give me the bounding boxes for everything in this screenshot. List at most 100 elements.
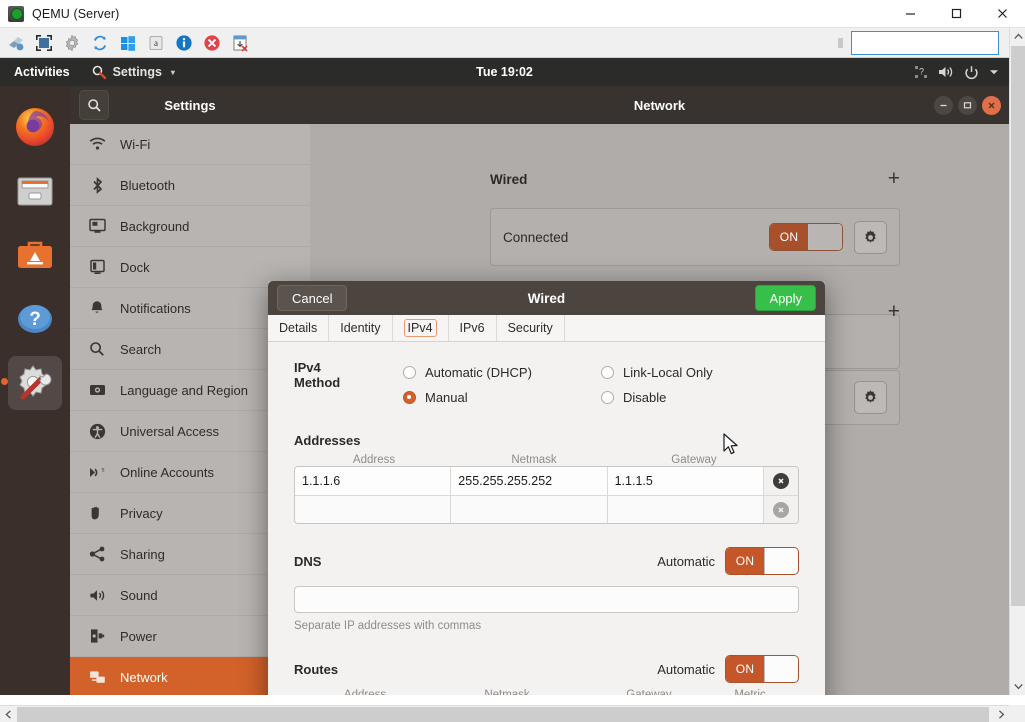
tab-details[interactable]: Details [268,315,329,341]
delete-address-row[interactable] [764,467,798,495]
horizontal-scroll-thumb[interactable] [17,707,989,722]
cancel-button[interactable]: Cancel [277,285,347,311]
activities-button[interactable]: Activities [14,65,70,79]
firefox-icon [13,105,57,149]
delete-address-row[interactable] [764,496,798,523]
routes-automatic-toggle[interactable]: ON [725,655,799,683]
app-menu-label: Settings [113,65,162,79]
wired-connection-row: Connected ON [490,208,900,266]
tab-ipv4[interactable]: IPv4 [393,315,449,341]
qemu-minimize-icon[interactable] [887,0,933,28]
qemu-titlebar: QEMU (Server) [0,0,1025,28]
qemu-toolbar: a [0,28,1025,58]
toggle-on-label: ON [770,224,808,250]
close-button[interactable] [982,96,1001,115]
dock-item-ubuntu-software[interactable] [8,228,62,282]
scroll-right-button[interactable] [993,706,1009,722]
sidebar-item-background[interactable]: Background [70,206,310,247]
second-settings-button[interactable] [854,381,887,414]
address-input[interactable] [295,496,451,523]
vertical-scroll-thumb[interactable] [1011,46,1025,606]
dock-item-files[interactable] [8,164,62,218]
vertical-scrollbar[interactable] [1009,28,1025,695]
dock-icon [88,259,106,275]
tab-ipv6[interactable]: IPv6 [449,315,497,341]
scroll-left-button[interactable] [0,706,16,722]
radio-link-local-only[interactable]: Link-Local Only [601,360,799,385]
dialog-title: Wired [268,291,825,306]
refresh-icon[interactable] [88,31,112,55]
cancel-icon[interactable] [200,31,224,55]
tab-label: IPv4 [404,319,437,337]
svg-text:s: s [102,467,105,473]
connection-toggle[interactable]: ON [769,223,843,251]
status-indicators[interactable]: ? [914,65,999,80]
toggle-knob [764,548,798,574]
radio-label: Disable [623,390,666,405]
qemu-window-title: QEMU (Server) [32,7,119,21]
tab-label: IPv6 [460,321,485,335]
share-icon [88,546,106,562]
address-input[interactable]: 1.1.1.6 [295,467,451,495]
column-header-netmask: Netmask [436,689,578,695]
network-icon [88,670,106,685]
screenshot-icon[interactable]: a [144,31,168,55]
minimize-button[interactable] [934,96,953,115]
dock-item-settings[interactable] [8,356,62,410]
files-icon [13,169,57,213]
settings-gear-icon[interactable] [60,31,84,55]
scroll-down-button[interactable] [1010,678,1025,695]
sidebar-item-bluetooth[interactable]: Bluetooth [70,165,310,206]
toggle-knob [764,656,798,682]
qemu-close-icon[interactable] [979,0,1025,28]
tab-identity[interactable]: Identity [329,315,392,341]
routes-section-header: Routes Automatic ON [294,655,799,683]
gateway-input[interactable] [608,496,764,523]
netmask-input[interactable] [451,496,607,523]
dns-automatic-toggle[interactable]: ON [725,547,799,575]
add-wired-button[interactable]: + [888,172,900,186]
dock-item-firefox[interactable] [8,100,62,154]
sidebar-item-label: Background [120,219,189,234]
fullscreen-icon[interactable] [32,31,56,55]
connection-status-label: Connected [503,230,568,245]
sidebar-item-wi-fi[interactable]: Wi-Fi [70,124,310,165]
apply-button[interactable]: Apply [755,285,816,311]
volume-icon[interactable] [938,65,954,79]
scroll-up-button[interactable] [1010,28,1025,45]
radio-manual[interactable]: Manual [403,385,601,410]
netmask-input[interactable]: 255.255.255.252 [451,467,607,495]
radio-disable[interactable]: Disable [601,385,799,410]
tab-security[interactable]: Security [497,315,565,341]
sidebar-item-label: Privacy [120,506,163,521]
dialog-headerbar: Cancel Wired Apply [268,281,825,315]
dns-servers-input[interactable] [294,586,799,613]
dns-automatic-control: Automatic ON [657,547,799,575]
gateway-input[interactable]: 1.1.1.5 [608,467,764,495]
chevron-down-icon[interactable] [989,67,999,77]
power-icon[interactable] [964,65,979,80]
grab-input-icon[interactable] [4,31,28,55]
svg-text:?: ? [919,67,924,77]
dialog-tabs[interactable]: Details Identity IPv4 IPv6 Security [268,315,825,342]
windows-key-icon[interactable] [116,31,140,55]
settings-headerbar: Settings Network [70,86,1009,124]
calendar-delete-icon[interactable] [228,31,252,55]
settings-header-left: Settings [70,86,310,124]
app-menu[interactable]: Settings ▾ [92,65,175,80]
settings-header-right: Network [310,86,1009,124]
dock-item-help[interactable]: ? [8,292,62,346]
maximize-button[interactable] [958,96,977,115]
add-second-button[interactable]: + [888,305,900,319]
sidebar-item-label: Search [120,342,161,357]
settings-icon [13,361,57,405]
radio-automatic-dhcp[interactable]: Automatic (DHCP) [403,360,601,385]
qemu-maximize-icon[interactable] [933,0,979,28]
qemu-address-field[interactable] [851,31,999,55]
tab-label: Identity [340,321,380,335]
accessibility-icon[interactable]: ? [914,65,928,79]
connection-settings-button[interactable] [854,221,887,254]
horizontal-scrollbar[interactable] [0,705,1009,722]
info-icon[interactable] [172,31,196,55]
qemu-window-buttons [887,0,1025,28]
